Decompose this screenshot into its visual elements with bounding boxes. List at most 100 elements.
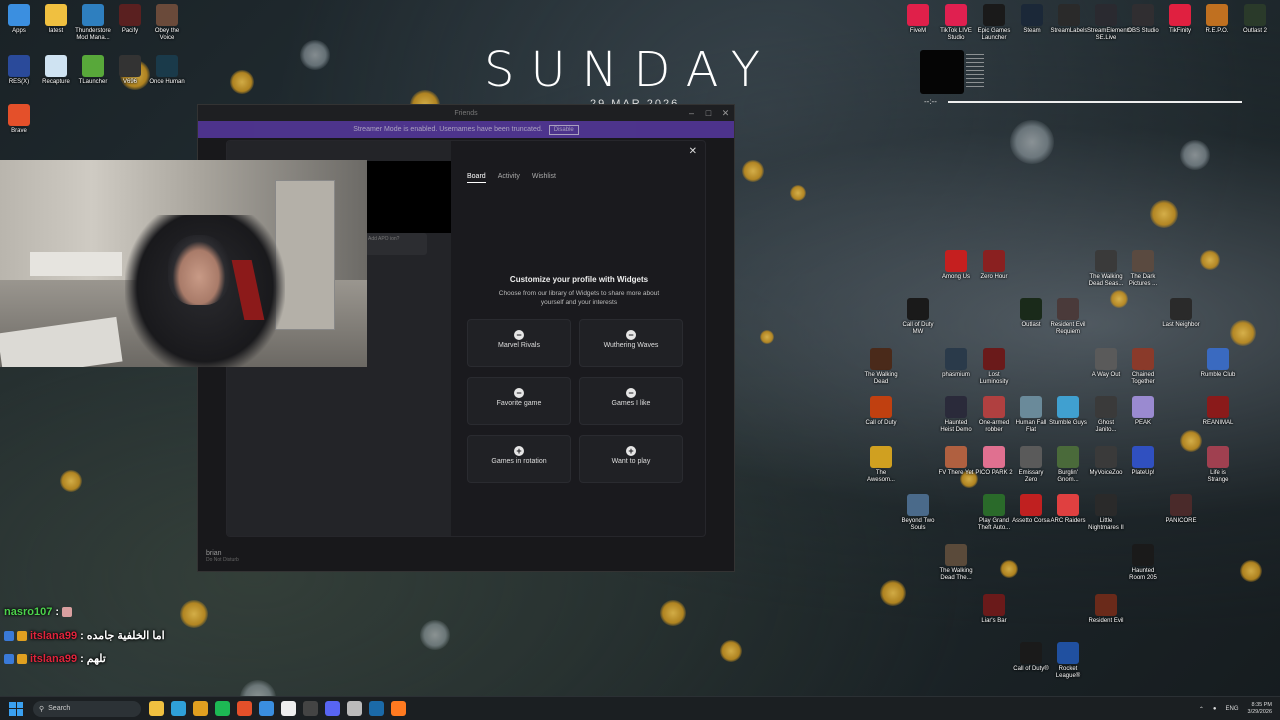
desktop-icon[interactable]: Life is Strange <box>1199 446 1237 484</box>
desktop-icon[interactable]: PICO PARK 2 <box>975 446 1013 477</box>
desktop-icon[interactable]: The Dark Pictures ... <box>1124 250 1162 288</box>
desktop-icon[interactable]: Call of Duty MW <box>899 298 937 336</box>
desktop-icon[interactable]: FV There Yet <box>937 446 975 477</box>
desktop-icon-label: V696 <box>122 79 137 85</box>
desktop-icon[interactable]: One-armed robber <box>975 396 1013 434</box>
desktop-icon[interactable]: StreamElements SE.Live <box>1087 4 1131 42</box>
chrome-icon[interactable] <box>193 701 208 716</box>
brave-icon[interactable] <box>237 701 252 716</box>
desktop-icon[interactable]: Epic Games Launcher <box>975 4 1013 42</box>
desktop-icon[interactable]: Last Neighbor <box>1162 298 1200 329</box>
maximize-icon[interactable]: □ <box>700 105 717 121</box>
wifi-icon[interactable]: ● <box>1213 706 1217 712</box>
desktop-icon[interactable]: Lost Luminosity <box>975 348 1013 386</box>
obs-icon[interactable] <box>347 701 362 716</box>
tab-activity[interactable]: Activity <box>498 173 520 183</box>
desktop-icon[interactable]: Obey the Voice <box>148 4 186 42</box>
file-explorer-icon[interactable] <box>149 701 164 716</box>
desktop-icon[interactable]: Outlast 2 <box>1236 4 1274 35</box>
desktop-icon[interactable]: Outlast <box>1012 298 1050 329</box>
desktop-icon[interactable]: Apps <box>0 4 38 35</box>
desktop-icon[interactable]: TikFinity <box>1161 4 1199 35</box>
media-progress-bar[interactable] <box>948 101 1242 103</box>
close-window-icon[interactable]: ✕ <box>717 105 734 121</box>
widget-games-in-rotation[interactable]: + Games in rotation <box>467 435 571 483</box>
widget-want-to-play[interactable]: + Want to play <box>579 435 683 483</box>
desktop-icon[interactable]: Recapture <box>37 55 75 86</box>
desktop-icon[interactable]: ARC Raiders <box>1049 494 1087 525</box>
desktop-icon[interactable]: Emissary Zero <box>1012 446 1050 484</box>
desktop-icon[interactable]: The Walking Dead The... <box>937 544 975 582</box>
desktop-icon[interactable]: Ghost Janito... <box>1087 396 1125 434</box>
widget-favorite-game[interactable]: − Favorite game <box>467 377 571 425</box>
desktop-icon[interactable]: RES(X) <box>0 55 38 86</box>
desktop-icon[interactable]: Brave <box>0 104 38 135</box>
app-icon <box>1057 446 1079 468</box>
desktop-icon[interactable]: Stumble Guys <box>1049 396 1087 427</box>
desktop-icon[interactable]: Haunted Heist Demo <box>937 396 975 434</box>
firefox-icon[interactable] <box>391 701 406 716</box>
desktop-icon[interactable]: R.E.P.O. <box>1198 4 1236 35</box>
capcut-icon[interactable] <box>281 701 296 716</box>
desktop-icon[interactable]: The Awesom... <box>862 446 900 484</box>
desktop-icon[interactable]: TLauncher <box>74 55 112 86</box>
desktop-icon[interactable]: Zero Hour <box>975 250 1013 281</box>
taskbar-search[interactable]: ⚲ Search <box>33 700 141 717</box>
tab-board[interactable]: Board <box>467 173 486 183</box>
search-placeholder: Search <box>48 705 71 712</box>
desktop-icon[interactable]: Call of Duty® <box>1012 642 1050 673</box>
desktop-icon[interactable]: Play Grand Theft Auto... <box>975 494 1013 532</box>
desktop-icon[interactable]: Rumble Club <box>1199 348 1237 379</box>
desktop-icon[interactable]: PANICORE <box>1162 494 1200 525</box>
widget-wuthering-waves[interactable]: − Wuthering Waves <box>579 319 683 367</box>
desktop-icon[interactable]: Call of Duty <box>862 396 900 427</box>
desktop-icon[interactable]: PlateUp! <box>1124 446 1162 477</box>
desktop-icon[interactable]: StreamLabels <box>1050 4 1088 35</box>
user-panel[interactable]: brian Do Not Disturb <box>206 550 239 563</box>
disable-button[interactable]: Disable <box>548 124 579 135</box>
spotify-icon[interactable] <box>215 701 230 716</box>
desktop-icon[interactable]: The Walking Dead <box>862 348 900 386</box>
desktop-icon[interactable]: Burglin' Gnom... <box>1049 446 1087 484</box>
desktop-icon[interactable]: V696 <box>111 55 149 86</box>
desktop-icon[interactable]: Thunderstore Mod Mana... <box>74 4 112 42</box>
system-clock[interactable]: 8:35 PM 3/29/2026 <box>1248 702 1272 716</box>
desktop-icon[interactable]: Little Nightmares II <box>1087 494 1125 532</box>
desktop-icon[interactable]: Rocket League® <box>1049 642 1087 680</box>
desktop-icon[interactable]: FiveM <box>899 4 937 35</box>
desktop-icon[interactable]: Human Fall Flat <box>1012 396 1050 434</box>
desktop-icon[interactable]: Resident Evil <box>1087 594 1125 625</box>
desktop-icon[interactable]: OBS Studio <box>1124 4 1162 35</box>
desktop-icon[interactable]: Chained Together <box>1124 348 1162 386</box>
desktop-icon[interactable]: Pacify <box>111 4 149 35</box>
discord-icon[interactable] <box>325 701 340 716</box>
desktop-icon[interactable]: Resident Evil Requiem <box>1049 298 1087 336</box>
desktop-icon[interactable]: The Walking Dead Seas... <box>1087 250 1125 288</box>
widget-games-i-like[interactable]: − Games I like <box>579 377 683 425</box>
tab-wishlist[interactable]: Wishlist <box>532 173 556 183</box>
desktop-icon[interactable]: Among Us <box>937 250 975 281</box>
store-icon[interactable] <box>259 701 274 716</box>
desktop-icon[interactable]: REANIMAL <box>1199 396 1237 427</box>
language-indicator[interactable]: ENG <box>1226 706 1239 712</box>
desktop-icon[interactable]: MyVoiceZoo <box>1087 446 1125 477</box>
close-icon[interactable]: ✕ <box>689 146 697 157</box>
desktop-icon[interactable]: A Way Out <box>1087 348 1125 379</box>
start-button[interactable] <box>9 701 23 716</box>
desktop-icon[interactable]: TikTok LIVE Studio <box>937 4 975 42</box>
desktop-icon[interactable]: Liar's Bar <box>975 594 1013 625</box>
minimize-icon[interactable]: – <box>683 105 700 121</box>
desktop-icon[interactable]: Beyond Two Souls <box>899 494 937 532</box>
desktop-icon[interactable]: Haunted Room 205 <box>1124 544 1162 582</box>
steam-icon[interactable] <box>369 701 384 716</box>
tray-chevron-icon[interactable]: ⌃ <box>1199 706 1204 713</box>
desktop-icon[interactable]: Assetto Corsa <box>1012 494 1050 525</box>
desktop-icon[interactable]: phasmium <box>937 348 975 379</box>
desktop-icon[interactable]: PEAK <box>1124 396 1162 427</box>
desktop-icon[interactable]: latest <box>37 4 75 35</box>
edge-icon[interactable] <box>171 701 186 716</box>
terminal-icon[interactable] <box>303 701 318 716</box>
desktop-icon[interactable]: Once Human <box>148 55 186 86</box>
desktop-icon[interactable]: Steam <box>1013 4 1051 35</box>
widget-marvel-rivals[interactable]: − Marvel Rivals <box>467 319 571 367</box>
